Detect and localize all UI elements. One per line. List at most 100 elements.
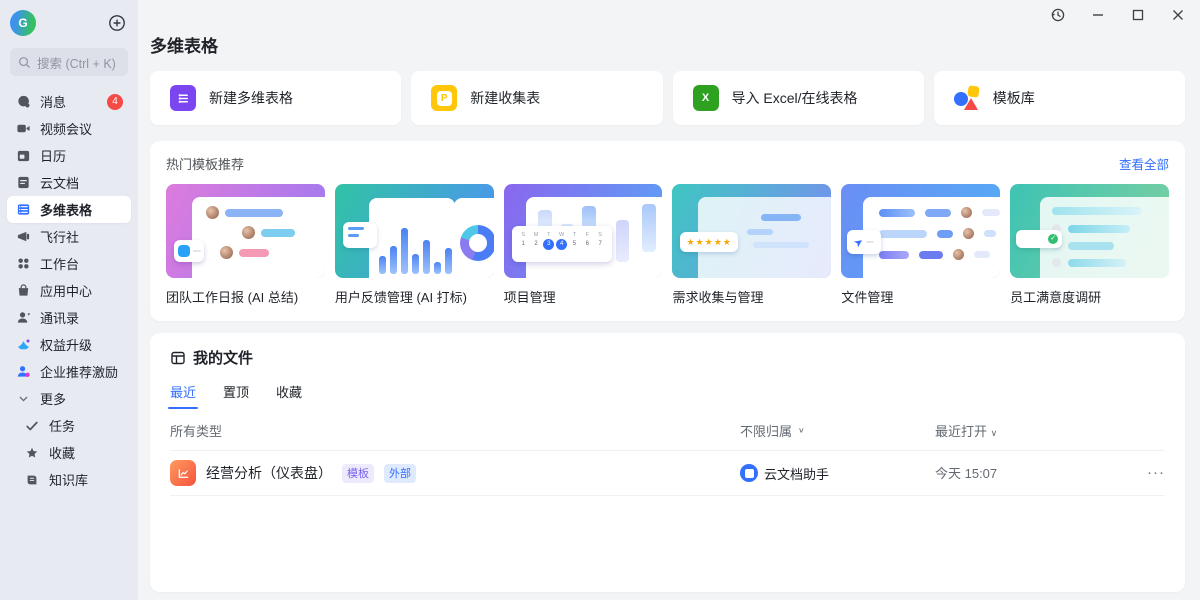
dashboard-file-icon bbox=[170, 460, 196, 486]
sidebar-item-label: 应用中心 bbox=[40, 281, 92, 300]
template-thumb: ➤ bbox=[841, 184, 1000, 278]
add-icon[interactable] bbox=[108, 14, 126, 32]
sidebar-item-messages[interactable]: 消息 4 bbox=[7, 88, 131, 115]
new-base-button[interactable]: 新建多维表格 bbox=[150, 71, 401, 125]
import-excel-button[interactable]: X 导入 Excel/在线表格 bbox=[673, 71, 924, 125]
unread-badge: 4 bbox=[107, 94, 123, 110]
sidebar-item-video-meetings[interactable]: 视频会议 bbox=[7, 115, 131, 142]
quick-actions: 新建多维表格 P 新建收集表 X 导入 Excel/在线表格 模板库 bbox=[150, 71, 1185, 125]
sidebar: G 搜索 (Ctrl + K) 消息 4 视频会议 日历 bbox=[0, 0, 138, 600]
template-card-files[interactable]: ➤ 文件管理 bbox=[841, 184, 1000, 306]
template-library-icon bbox=[954, 85, 980, 111]
page-content: 多维表格 新建多维表格 P 新建收集表 X 导入 Excel/ bbox=[138, 30, 1200, 600]
window-titlebar bbox=[138, 0, 1200, 30]
sidebar-item-upgrade[interactable]: 权益升级 bbox=[7, 331, 131, 358]
new-base-icon bbox=[170, 85, 196, 111]
app-window: G 搜索 (Ctrl + K) 消息 4 视频会议 日历 bbox=[0, 0, 1200, 600]
my-files-title: 我的文件 bbox=[193, 347, 253, 368]
tab-pinned[interactable]: 置顶 bbox=[223, 382, 249, 409]
check-icon bbox=[24, 418, 40, 434]
sidebar-item-label: 通讯录 bbox=[40, 308, 79, 327]
template-label: 项目管理 bbox=[504, 287, 663, 306]
person-icon bbox=[15, 310, 31, 326]
template-card-project[interactable]: SMTWTFS 1234567 项目管理 bbox=[504, 184, 663, 306]
sidebar-item-contacts[interactable]: 通讯录 bbox=[7, 304, 131, 331]
file-row-business-analysis[interactable]: 经营分析（仪表盘） 模板 外部 云文档助手 今天 15:07 ··· bbox=[170, 451, 1165, 495]
template-label: 团队工作日报 (AI 总结) bbox=[166, 287, 325, 306]
sidebar-item-docs[interactable]: 云文档 bbox=[7, 169, 131, 196]
tab-recent[interactable]: 最近 bbox=[170, 382, 196, 409]
template-thumb: ✓ bbox=[1010, 184, 1169, 278]
template-card-daily-report[interactable]: 团队工作日报 (AI 总结) bbox=[166, 184, 325, 306]
sidebar-top: G bbox=[0, 8, 138, 42]
check-icon: ✓ bbox=[1048, 234, 1058, 244]
filter-all-types[interactable]: 所有类型 bbox=[170, 421, 740, 440]
template-card-requirements[interactable]: ★★★★★ 需求收集与管理 bbox=[672, 184, 831, 306]
my-files-tabs: 最近 置顶 收藏 bbox=[170, 382, 1165, 409]
hot-templates-panel: 热门模板推荐 查看全部 团队工作日报 (AI 总结) bbox=[150, 141, 1185, 321]
search-input[interactable]: 搜索 (Ctrl + K) bbox=[10, 48, 128, 76]
template-label: 员工满意度调研 bbox=[1010, 287, 1169, 306]
template-library-button[interactable]: 模板库 bbox=[934, 71, 1185, 125]
template-thumb bbox=[335, 184, 494, 278]
my-files-panel: 我的文件 最近 置顶 收藏 所有类型 不限归属 ∨ 最近打开 ∨ bbox=[150, 333, 1185, 592]
view-all-link[interactable]: 查看全部 bbox=[1119, 154, 1169, 173]
star-rating: ★★★★★ bbox=[680, 232, 737, 252]
sidebar-item-label: 飞行社 bbox=[40, 227, 79, 246]
minimize-icon[interactable] bbox=[1090, 7, 1106, 23]
sidebar-item-label: 日历 bbox=[40, 146, 66, 165]
template-thumb: ★★★★★ bbox=[672, 184, 831, 278]
filter-owner[interactable]: 不限归属 ∨ bbox=[740, 421, 935, 440]
more-actions-icon[interactable]: ··· bbox=[1147, 464, 1165, 481]
sidebar-item-label: 云文档 bbox=[40, 173, 79, 192]
my-files-icon bbox=[170, 350, 186, 366]
sidebar-item-more[interactable]: 更多 bbox=[7, 385, 131, 412]
calendar-icon bbox=[15, 148, 31, 164]
template-card-feedback[interactable]: 用户反馈管理 (AI 打标) bbox=[335, 184, 494, 306]
close-icon[interactable] bbox=[1170, 7, 1186, 23]
main-area: 多维表格 新建多维表格 P 新建收集表 X 导入 Excel/ bbox=[138, 0, 1200, 600]
sidebar-item-tasks[interactable]: 任务 bbox=[16, 412, 131, 439]
sidebar-menu: 消息 4 视频会议 日历 云文档 多维表格 飞行社 bbox=[0, 84, 138, 493]
sidebar-item-workbench[interactable]: 工作台 bbox=[7, 250, 131, 277]
history-icon[interactable] bbox=[1050, 7, 1066, 23]
maximize-icon[interactable] bbox=[1130, 7, 1146, 23]
template-card-survey[interactable]: ✓ 员工满意度调研 bbox=[1010, 184, 1169, 306]
action-label: 新建收集表 bbox=[470, 88, 540, 108]
sidebar-item-label: 视频会议 bbox=[40, 119, 92, 138]
sidebar-item-wiki[interactable]: 知识库 bbox=[16, 466, 131, 493]
sidebar-item-base[interactable]: 多维表格 bbox=[7, 196, 131, 223]
sidebar-item-label: 任务 bbox=[49, 416, 75, 435]
new-form-button[interactable]: P 新建收集表 bbox=[411, 71, 662, 125]
page-title: 多维表格 bbox=[150, 32, 1185, 57]
sidebar-item-label: 企业推荐激励 bbox=[40, 362, 118, 381]
sidebar-item-label: 工作台 bbox=[40, 254, 79, 273]
sidebar-item-calendar[interactable]: 日历 bbox=[7, 142, 131, 169]
templates-title: 热门模板推荐 bbox=[166, 154, 244, 173]
template-thumb: SMTWTFS 1234567 bbox=[504, 184, 663, 278]
sidebar-item-app-center[interactable]: 应用中心 bbox=[7, 277, 131, 304]
sidebar-item-label: 消息 bbox=[40, 92, 66, 111]
sidebar-item-referral[interactable]: 企业推荐激励 bbox=[7, 358, 131, 385]
sidebar-item-feishu-community[interactable]: 飞行社 bbox=[7, 223, 131, 250]
action-label: 导入 Excel/在线表格 bbox=[732, 88, 858, 108]
upgrade-icon bbox=[15, 337, 31, 353]
file-time: 今天 15:07 bbox=[935, 466, 997, 481]
chevron-down-icon: ∨ bbox=[991, 428, 998, 438]
chat-icon bbox=[15, 94, 31, 110]
filter-sort[interactable]: 最近打开 ∨ bbox=[935, 421, 1135, 440]
excel-icon: X bbox=[693, 85, 719, 111]
calendar-widget: SMTWTFS 1234567 bbox=[512, 226, 612, 262]
search-icon bbox=[18, 56, 31, 69]
star-icon bbox=[24, 445, 40, 461]
book-icon bbox=[24, 472, 40, 488]
sidebar-item-favorites[interactable]: 收藏 bbox=[16, 439, 131, 466]
template-label: 需求收集与管理 bbox=[672, 287, 831, 306]
video-icon bbox=[15, 121, 31, 137]
user-avatar[interactable]: G bbox=[10, 10, 36, 36]
megaphone-icon bbox=[15, 229, 31, 245]
owner-avatar bbox=[740, 464, 758, 482]
tab-favorites[interactable]: 收藏 bbox=[276, 382, 302, 409]
new-form-icon: P bbox=[431, 85, 457, 111]
sidebar-item-label: 多维表格 bbox=[40, 200, 92, 219]
